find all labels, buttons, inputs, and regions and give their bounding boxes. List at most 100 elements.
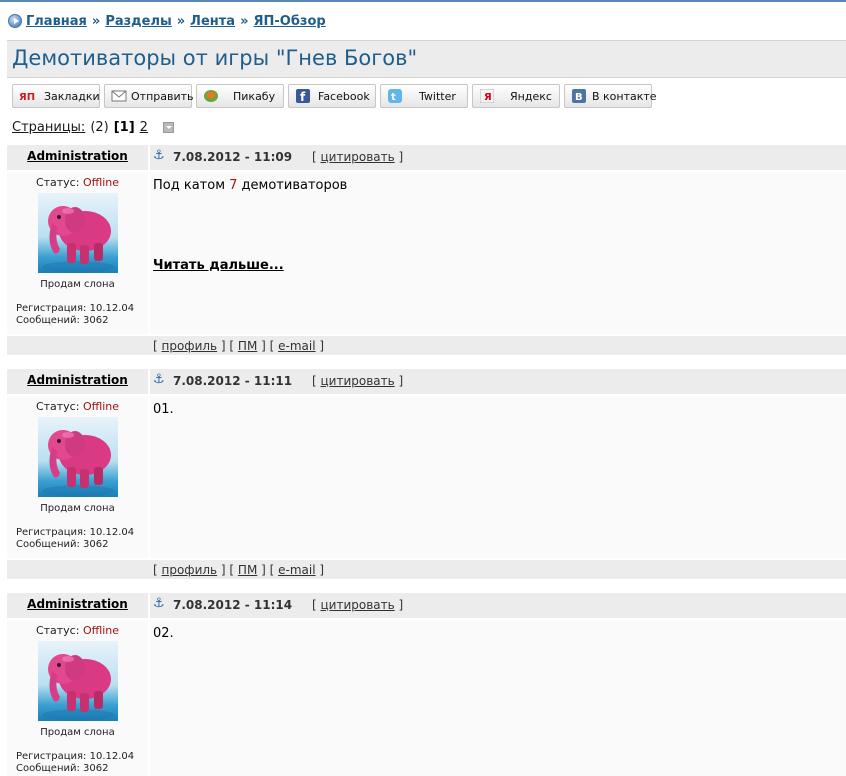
breadcrumb-separator: » (176, 13, 186, 29)
breadcrumb-sections-link[interactable]: Разделы (105, 14, 171, 29)
quote-control: [ цитировать ] (312, 374, 404, 388)
twitter-icon: t (387, 89, 403, 103)
quote-link[interactable]: цитировать (321, 598, 395, 612)
pm-link[interactable]: ПМ (238, 339, 257, 353)
title-bar: Демотиваторы от игры "Гнев Богов" (7, 40, 846, 78)
registration-date: Регистрация: 10.12.04 (16, 303, 135, 314)
author-status: Статус: Offline (7, 176, 148, 189)
status-label: Статус: (35, 400, 80, 413)
post-content: Под катом 7 демотиваторов (153, 178, 347, 193)
page-title: Демотиваторы от игры "Гнев Богов" (12, 46, 418, 70)
yap-icon: ЯП (19, 89, 35, 103)
pikabu-icon (203, 89, 219, 103)
share-twitter-button[interactable]: t Twitter (380, 84, 468, 108)
pink-elephant-icon (42, 654, 114, 721)
author-status: Статус: Offline (7, 624, 148, 637)
pagination-menu-icon[interactable] (162, 122, 174, 133)
share-yandex-button[interactable]: Я Яндекс (472, 84, 560, 108)
profile-link[interactable]: профиль (162, 339, 218, 353)
pagination: Страницы: (2) [1] 2 (12, 120, 174, 135)
share-yandex-label: Яндекс (510, 90, 552, 103)
message-count: Сообщений: 3062 (16, 315, 109, 326)
share-send-label: Отправить (131, 90, 194, 103)
svg-text:B: B (575, 92, 583, 103)
anchor-icon[interactable]: ⚓ (153, 596, 165, 611)
breadcrumb-separator: » (240, 13, 249, 29)
profile-link[interactable]: профиль (162, 563, 218, 577)
mail-icon (111, 89, 127, 103)
top-border (0, 0, 846, 2)
share-bookmarks-label: Закладки (44, 90, 100, 103)
vkontakte-icon: B (571, 89, 587, 103)
breadcrumb-home-link[interactable]: Главная (26, 14, 87, 29)
pagination-page-2-link[interactable]: 2 (140, 120, 148, 135)
avatar (38, 417, 118, 497)
avatar-caption: Продам слона (40, 503, 115, 514)
post: Administration ⚓ 7.08.2012 - 11:09 [ цит… (7, 145, 846, 357)
share-twitter-label: Twitter (419, 90, 456, 103)
share-facebook-label: Facebook (318, 90, 370, 103)
anchor-icon[interactable]: ⚓ (153, 148, 165, 163)
registration-date: Регистрация: 10.12.04 (16, 751, 135, 762)
breadcrumb-separator: » (91, 13, 101, 29)
email-link[interactable]: e-mail (278, 339, 315, 353)
breadcrumb-feed-link[interactable]: Лента (190, 14, 235, 29)
share-pikabu-button[interactable]: Пикабу (196, 84, 284, 108)
share-facebook-button[interactable]: f Facebook (288, 84, 376, 108)
registration-date: Регистрация: 10.12.04 (16, 527, 135, 538)
post-content: 01. (153, 402, 174, 417)
share-vkontakte-label: В контакте (592, 90, 657, 103)
status-value: Offline (82, 400, 120, 413)
share-send-button[interactable]: Отправить (104, 84, 194, 108)
anchor-icon[interactable]: ⚓ (153, 372, 165, 387)
post-content: 02. (153, 626, 174, 641)
author-stats: Регистрация: 10.12.04 Сообщений: 3062 (16, 751, 134, 775)
post-author-link[interactable]: Administration (7, 597, 148, 611)
pagination-label[interactable]: Страницы: (12, 120, 85, 135)
status-label: Статус: (35, 624, 80, 637)
pagination-count: (2) (90, 120, 109, 135)
avatar (38, 193, 118, 273)
read-more-link[interactable]: Читать дальше... (153, 258, 284, 273)
svg-text:ЯП: ЯП (19, 92, 35, 102)
share-vkontakte-button[interactable]: B В контакте (564, 84, 657, 108)
breadcrumb-arrow-icon (8, 14, 22, 28)
post-footer (7, 336, 846, 355)
email-link[interactable]: e-mail (278, 563, 315, 577)
post-footer-links: [ профиль ] [ ПМ ] [ e-mail ] (153, 563, 325, 577)
status-label: Статус: (35, 176, 80, 189)
post-body-panel (150, 172, 846, 334)
pink-elephant-icon (42, 430, 114, 497)
svg-text:t: t (391, 92, 396, 103)
share-pikabu-label: Пикабу (233, 90, 276, 103)
pagination-current-page: [1] (113, 120, 135, 135)
svg-text:Я: Я (484, 92, 492, 103)
author-status: Статус: Offline (7, 400, 148, 413)
post-body-panel (150, 620, 846, 776)
quote-link[interactable]: цитировать (321, 374, 395, 388)
post-footer-links: [ профиль ] [ ПМ ] [ e-mail ] (153, 339, 325, 353)
breadcrumb-yap-review-link[interactable]: ЯП-Обзор (253, 14, 325, 29)
post-text: демотиваторов (237, 178, 348, 193)
status-value: Offline (82, 624, 120, 637)
share-bookmarks-button[interactable]: ЯП Закладки (12, 84, 100, 108)
post-date: 7.08.2012 - 11:09 (173, 150, 293, 164)
post-author-link[interactable]: Administration (7, 373, 148, 387)
status-value: Offline (82, 176, 120, 189)
post-body-panel (150, 396, 846, 558)
post: Administration ⚓ 7.08.2012 - 11:11 [ цит… (7, 369, 846, 581)
avatar (38, 641, 118, 721)
quote-link[interactable]: цитировать (321, 150, 395, 164)
post-author-link[interactable]: Administration (7, 149, 148, 163)
breadcrumb: Главная » Разделы » Лента » ЯП-Обзор (8, 12, 326, 30)
pink-elephant-icon (42, 206, 114, 273)
message-count: Сообщений: 3062 (16, 763, 109, 774)
svg-text:f: f (300, 90, 306, 103)
pm-link[interactable]: ПМ (238, 563, 257, 577)
author-stats: Регистрация: 10.12.04 Сообщений: 3062 (16, 303, 134, 327)
facebook-icon: f (295, 89, 311, 103)
post: Administration ⚓ 7.08.2012 - 11:14 [ цит… (7, 593, 846, 776)
post-date: 7.08.2012 - 11:11 (173, 374, 293, 388)
avatar-caption: Продам слона (40, 727, 115, 738)
post-footer (7, 560, 846, 579)
